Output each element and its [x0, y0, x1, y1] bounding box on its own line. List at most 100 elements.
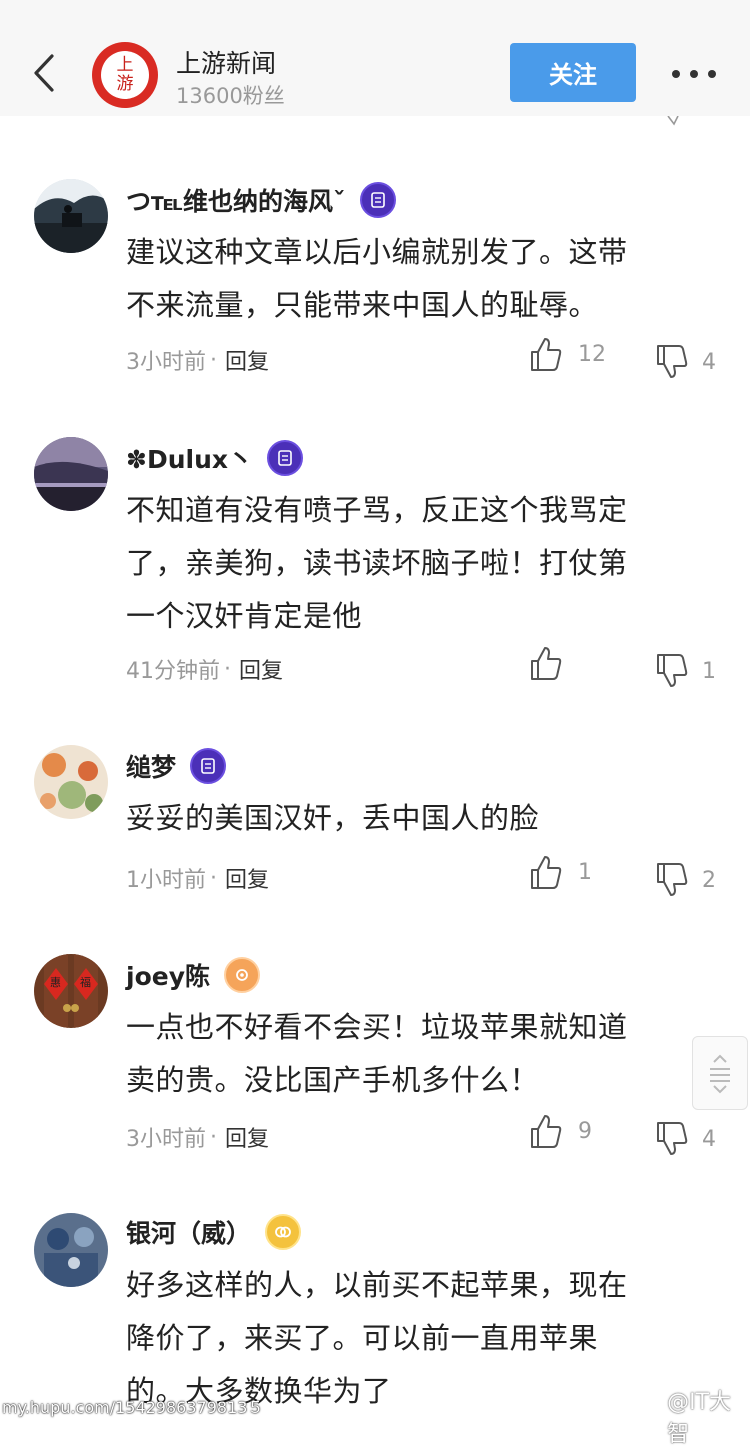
avatar-image [34, 954, 108, 1028]
separator: · [210, 1124, 217, 1150]
level-badge-icon [267, 440, 303, 476]
timestamp: 3小时前 [126, 350, 206, 375]
dot [672, 70, 680, 78]
avatar[interactable] [34, 437, 108, 511]
avatar[interactable] [34, 1213, 108, 1287]
avatar-image [34, 745, 108, 819]
comment-line: 了，亲美狗，读书读坏脑子啦！打仗第 [126, 546, 628, 580]
comment-line: 不知道有没有喷子骂，反正这个我骂定 [126, 493, 628, 527]
avatar-image [34, 179, 108, 253]
level-badge-icon [359, 182, 396, 218]
thumbs-down-icon [657, 1122, 688, 1155]
user-row: つ℡维也纳的海风ˇ [126, 180, 396, 220]
thumbs-down-icon [657, 345, 688, 378]
thumbs-up-icon [531, 338, 562, 371]
user-row: 银河（威） [126, 1212, 302, 1252]
reply-button[interactable]: 回复 [225, 344, 269, 376]
comment-meta: 1小时前 · 回复 [126, 862, 269, 894]
comment-line: 妥妥的美国汉奸，丢中国人的脸 [126, 801, 540, 835]
reply-button[interactable]: 回复 [239, 653, 283, 685]
timestamp: 1小时前 [126, 868, 206, 893]
channel-name[interactable]: 上游新闻 [176, 44, 276, 80]
like-count: 9 [578, 1118, 592, 1144]
username[interactable]: joey陈 [126, 957, 210, 993]
dislike-button[interactable]: 4 [656, 344, 716, 380]
like-button[interactable]: 9 [530, 1113, 592, 1149]
more-options-icon[interactable] [672, 66, 716, 82]
user-row: ✽Dulux丶 [126, 438, 303, 478]
thumbs-up-icon [531, 647, 562, 680]
like-count: 1 [578, 859, 592, 885]
thumbs-up-icon [531, 1115, 562, 1148]
like-count: 12 [578, 341, 606, 367]
follow-button[interactable]: 关注 [510, 43, 636, 102]
separator: · [210, 865, 217, 891]
thumbs-down-icon [657, 863, 688, 896]
dislike-button[interactable]: 2 [656, 862, 716, 898]
avatar-text: 福 [80, 976, 91, 989]
avatar[interactable] [34, 179, 108, 253]
comment-text: 一点也不好看不会买！垃圾苹果就知道 卖的贵。没比国产手机多什么！ [126, 1001, 726, 1107]
avatar[interactable] [34, 745, 108, 819]
comment-text: 妥妥的美国汉奸，丢中国人的脸 [126, 792, 726, 845]
username[interactable]: 缒梦 [126, 748, 176, 784]
dot [690, 70, 698, 78]
avatar-image [34, 1213, 108, 1287]
comment-text: 不知道有没有喷子骂，反正这个我骂定 了，亲美狗，读书读坏脑子啦！打仗第 一个汉奸… [126, 484, 726, 643]
reply-button[interactable]: 回复 [225, 862, 269, 894]
avatar[interactable]: 惠 福 [34, 954, 108, 1028]
dislike-count: 4 [702, 349, 716, 375]
dislike-count: 2 [702, 867, 716, 893]
username[interactable]: 银河（威） [126, 1214, 251, 1250]
user-row: 缒梦 [126, 746, 227, 786]
weibo-icon [640, 1407, 664, 1426]
comment-line: 卖的贵。没比国产手机多什么！ [126, 1063, 540, 1097]
comment-line: 一个汉奸肯定是他 [126, 599, 363, 633]
level-badge-icon [190, 748, 227, 784]
dislike-button[interactable]: 4 [656, 1121, 716, 1157]
comment-line: 好多这样的人，以前买不起苹果，现在 [126, 1268, 628, 1302]
dislike-count: 1 [702, 658, 716, 684]
comment-line: 不来流量，只能带来中国人的耻辱。 [126, 288, 599, 322]
dislike-button[interactable]: 1 [656, 653, 716, 689]
comment-line: 降价了，来买了。可以前一直用苹果 [126, 1321, 599, 1355]
comment-meta: 41分钟前 · 回复 [126, 653, 283, 685]
back-button[interactable] [22, 40, 66, 106]
separator: · [224, 656, 231, 682]
level-badge-icon [224, 957, 260, 993]
dislike-count: 4 [702, 1126, 716, 1152]
fans-count: 13600粉丝 [176, 84, 285, 108]
user-row: joey陈 [126, 955, 260, 995]
level-badge-icon [265, 1214, 302, 1250]
watermark-text: @IT大智 [667, 1390, 732, 1447]
comment-line: 建议这种文章以后小编就别发了。这带 [126, 235, 628, 269]
username[interactable]: つ℡维也纳的海风ˇ [126, 182, 346, 218]
separator: · [210, 347, 217, 373]
reply-button[interactable]: 回复 [225, 1121, 269, 1153]
scroll-icon [710, 1054, 730, 1094]
logo-char-bottom: 游 [116, 74, 134, 94]
watermark-left: my.hupu.com/1542986379813５ [2, 1398, 264, 1417]
comment-text: 建议这种文章以后小编就别发了。这带 不来流量，只能带来中国人的耻辱。 [126, 226, 726, 332]
channel-logo[interactable]: 上 游 [92, 42, 158, 108]
avatar-text: 惠 [50, 976, 61, 989]
comment-meta: 3小时前 · 回复 [126, 1121, 269, 1153]
avatar-image [34, 437, 108, 511]
timestamp: 3小时前 [126, 1127, 206, 1152]
scroll-handle-button[interactable] [692, 1036, 748, 1110]
comment-line: 一点也不好看不会买！垃圾苹果就知道 [126, 1010, 628, 1044]
username[interactable]: ✽Dulux丶 [126, 440, 253, 476]
like-button[interactable] [530, 645, 578, 681]
thumbs-up-icon [531, 856, 562, 889]
top-bar: 上 游 上游新闻 13600粉丝 关注 [0, 0, 750, 116]
channel-logo-mark: 上 游 [101, 51, 149, 99]
like-button[interactable]: 1 [530, 854, 592, 890]
like-button[interactable]: 12 [530, 336, 606, 372]
logo-char-top: 上 [116, 55, 134, 75]
watermark-right: @IT大智 [640, 1384, 750, 1448]
thumbs-down-icon [657, 654, 688, 687]
cut-off-like-icon [667, 116, 679, 126]
dot [708, 70, 716, 78]
timestamp: 41分钟前 [126, 659, 220, 684]
comment-meta: 3小时前 · 回复 [126, 344, 269, 376]
